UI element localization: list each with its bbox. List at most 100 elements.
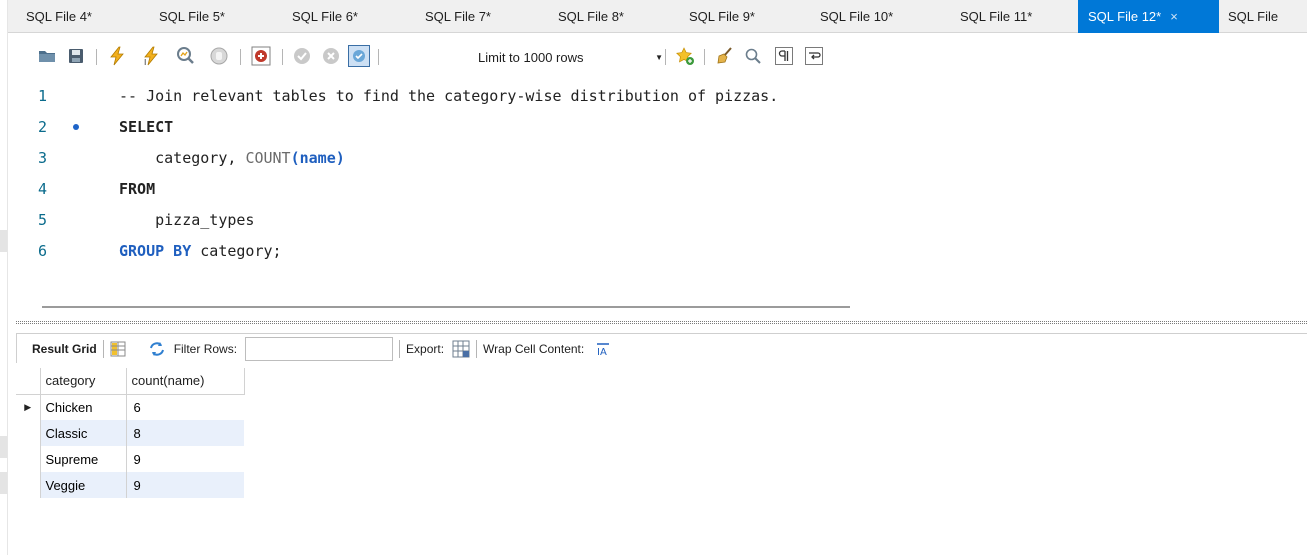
sql-editor[interactable]: 1 -- Join relevant tables to find the ca…: [8, 81, 1307, 283]
row-selector[interactable]: [16, 472, 41, 498]
tab-sql-file-7[interactable]: SQL File 7*: [407, 0, 540, 33]
limit-rows-value: Limit to 1000 rows: [478, 49, 584, 65]
tab-sql-file-11[interactable]: SQL File 11*: [942, 0, 1078, 33]
cell-count[interactable]: 8: [126, 420, 244, 446]
wrap-cell-label: Wrap Cell Content:: [483, 341, 585, 356]
svg-text:IA: IA: [597, 347, 607, 356]
tab-sql-file-8[interactable]: SQL File 8*: [540, 0, 671, 33]
left-gutter-strip: [0, 0, 8, 555]
explain-magnifier-icon[interactable]: [174, 45, 196, 67]
tab-sql-file-10[interactable]: SQL File 10*: [802, 0, 942, 33]
tab-label: SQL File 10*: [820, 9, 894, 24]
table-row[interactable]: ▶ Chicken 6: [16, 394, 244, 420]
editor-line: 2 SELECT: [8, 112, 1307, 143]
table-row[interactable]: Classic 8: [16, 420, 244, 446]
table-row[interactable]: Supreme 9: [16, 446, 244, 472]
filter-rows-label: Filter Rows:: [173, 341, 238, 356]
word-wrap-icon[interactable]: [803, 45, 825, 67]
table-row[interactable]: Veggie 9: [16, 472, 244, 498]
cell-count[interactable]: 9: [126, 472, 244, 498]
row-selector-header[interactable]: [16, 368, 41, 395]
grid-layout-icon[interactable]: [110, 341, 126, 357]
tab-label: SQL File 6*: [292, 9, 358, 24]
limit-rows-select[interactable]: Limit to 1000 rows ▼: [474, 45, 669, 69]
invisible-chars-icon[interactable]: [773, 45, 795, 67]
gutter-mark: [0, 436, 7, 458]
gutter-mark: [0, 230, 7, 252]
stop-icon[interactable]: [208, 45, 230, 67]
row-selector[interactable]: [16, 420, 41, 446]
sql-comment: -- Join relevant tables to find the cate…: [119, 87, 779, 105]
chevron-down-icon: ▼: [655, 52, 663, 62]
cell-category[interactable]: Classic: [40, 420, 127, 446]
editor-line: 5 pizza_types: [8, 205, 1307, 236]
cell-category[interactable]: Supreme: [40, 446, 127, 472]
filter-rows-input[interactable]: [245, 336, 394, 361]
tab-label: SQL File 11*: [960, 9, 1033, 24]
rollback-icon[interactable]: [320, 45, 342, 67]
gutter-mark: [0, 472, 7, 494]
save-icon[interactable]: [65, 45, 87, 67]
sql-editor-toolbar: I Limit to 1000 rows ▼: [8, 33, 1307, 81]
grid-header-row: category count(name): [16, 368, 245, 395]
panel-splitter[interactable]: [16, 321, 1307, 324]
tab-label: SQL File 12*: [1088, 9, 1162, 24]
line-number: 5: [38, 211, 48, 229]
editor-line: 3 category, COUNT(name): [8, 143, 1307, 174]
sql-function-arg: name: [299, 149, 336, 167]
tab-sql-file-6[interactable]: SQL File 6*: [274, 0, 407, 33]
cell-category[interactable]: Veggie: [40, 472, 127, 498]
tab-label: SQL File 4*: [26, 9, 92, 24]
beautify-broom-icon[interactable]: [714, 45, 736, 67]
open-folder-icon[interactable]: [36, 45, 58, 67]
line-number: 3: [38, 149, 48, 167]
autocommit-icon[interactable]: [348, 45, 370, 67]
toggle-error-icon[interactable]: [250, 45, 272, 67]
column-header-category[interactable]: category: [40, 368, 127, 395]
tab-label: SQL File: [1228, 9, 1279, 24]
editor-tab-bar: SQL File 4* SQL File 5* SQL File 6* SQL …: [8, 0, 1307, 33]
result-grid: category count(name) ▶ Chicken 6 Classic…: [16, 368, 245, 498]
editor-horizontal-scrollbar[interactable]: [42, 306, 850, 308]
export-icon[interactable]: [452, 340, 470, 358]
tab-sql-file-5[interactable]: SQL File 5*: [141, 0, 274, 33]
cell-category[interactable]: Chicken: [40, 394, 127, 420]
tab-label: SQL File 5*: [159, 9, 225, 24]
current-row-arrow-icon: ▶: [16, 394, 41, 420]
sql-keyword: FROM: [119, 180, 156, 198]
line-number: 4: [38, 180, 48, 198]
column-header-count[interactable]: count(name): [126, 368, 245, 395]
sql-keyword: GROUP BY: [119, 242, 192, 260]
sql-identifier: pizza_types: [155, 211, 255, 229]
sql-function: COUNT: [245, 149, 291, 167]
sql-identifier: category,: [155, 149, 246, 167]
cell-count[interactable]: 6: [126, 394, 244, 420]
sql-keyword: SELECT: [119, 118, 174, 136]
line-number: 1: [38, 87, 48, 105]
tab-label: SQL File 7*: [425, 9, 491, 24]
statement-marker-icon: [73, 124, 79, 130]
tab-label: SQL File 9*: [689, 9, 755, 24]
result-grid-tab[interactable]: Result Grid: [32, 342, 97, 356]
tab-sql-file-12[interactable]: SQL File 12* ×: [1078, 0, 1219, 33]
line-number: 6: [38, 242, 48, 260]
execute-current-lightning-icon[interactable]: I: [140, 45, 162, 67]
svg-text:I: I: [144, 58, 146, 66]
row-selector[interactable]: [16, 446, 41, 472]
execute-lightning-icon[interactable]: [106, 45, 128, 67]
tab-label: SQL File 8*: [558, 9, 624, 24]
wrap-cell-icon[interactable]: IA: [596, 342, 610, 356]
tab-close-icon[interactable]: ×: [1170, 9, 1178, 24]
cell-count[interactable]: 9: [126, 446, 244, 472]
find-magnifier-icon[interactable]: [742, 45, 764, 67]
line-number: 2: [38, 118, 48, 136]
sql-identifier: category;: [191, 242, 282, 260]
editor-line: 1 -- Join relevant tables to find the ca…: [8, 81, 1307, 112]
add-snippet-star-icon[interactable]: [674, 45, 696, 67]
export-label: Export:: [406, 341, 445, 356]
commit-check-icon[interactable]: [291, 45, 313, 67]
refresh-icon[interactable]: [148, 341, 166, 357]
tab-sql-file-13[interactable]: SQL File: [1219, 0, 1307, 33]
tab-sql-file-9[interactable]: SQL File 9*: [671, 0, 802, 33]
tab-sql-file-4[interactable]: SQL File 4*: [8, 0, 141, 33]
